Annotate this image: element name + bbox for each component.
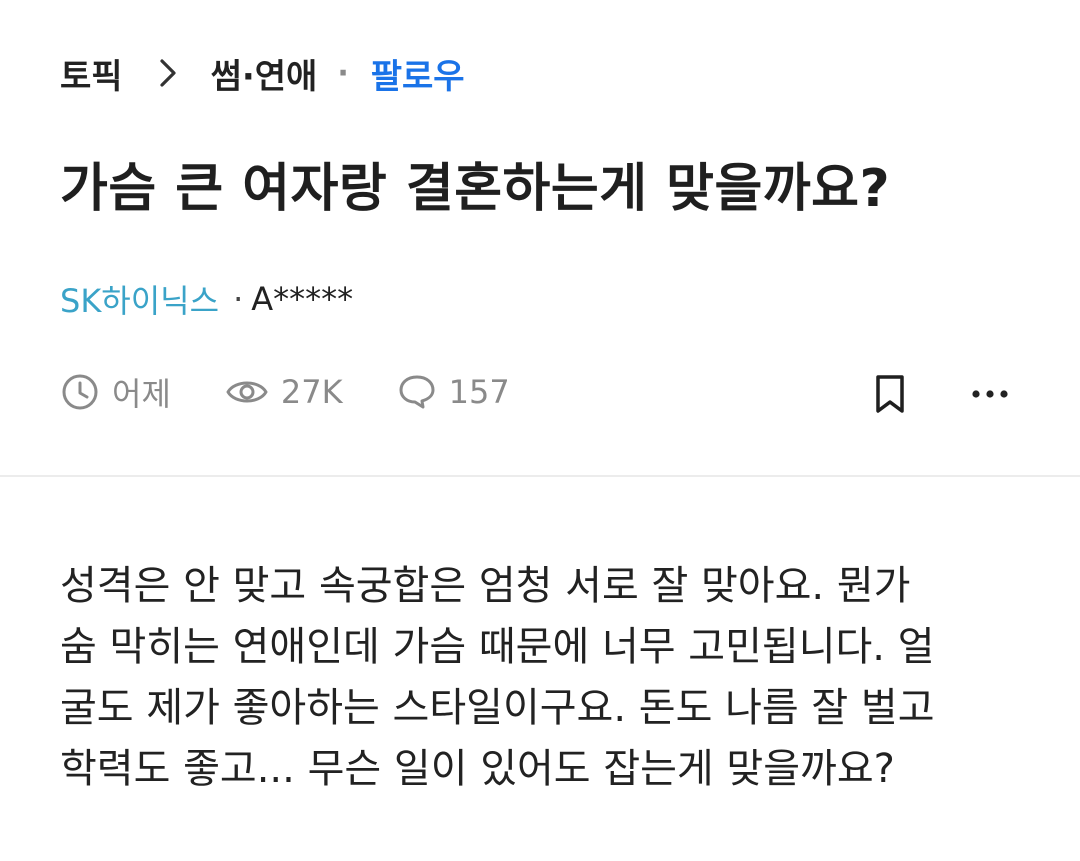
post-body-line: 숨 막히는 연애인데 가슴 때문에 너무 고민됩니다. 얼	[60, 624, 935, 670]
more-horizontal-icon	[972, 390, 1008, 398]
post-comments-count: 157	[448, 373, 510, 411]
post-title: 가슴 큰 여자랑 결혼하는게 맞을까요?	[60, 159, 891, 219]
breadcrumb: 토픽 썸·연애 · 팔로우	[60, 48, 465, 98]
bookmark-button[interactable]	[870, 372, 910, 416]
post-body-line: 성격은 안 맞고 속궁합은 엄청 서로 잘 맞아요. 뭔가	[60, 563, 911, 609]
post-body-line: 학력도 좋고... 무슨 일이 있어도 잡는게 맞을까요?	[60, 746, 895, 792]
post-body-line: 굴도 제가 좋아하는 스타일이구요. 돈도 나름 잘 벌고	[60, 685, 935, 731]
comment-bubble-icon	[399, 375, 435, 409]
post-time: 어제	[60, 369, 171, 415]
breadcrumb-dot-separator: ·	[337, 55, 349, 91]
more-options-button[interactable]	[966, 372, 1014, 416]
follow-button[interactable]: 팔로우	[371, 49, 465, 98]
breadcrumb-category-link[interactable]: 썸·연애	[211, 49, 318, 98]
chevron-right-icon	[159, 58, 177, 88]
author-line: SK하이닉스 · A*****	[60, 276, 353, 322]
company-link[interactable]: SK하이닉스	[60, 276, 219, 322]
post-time-text: 어제	[112, 375, 171, 413]
breadcrumb-topic-link[interactable]: 토픽	[60, 49, 123, 98]
bookmark-icon	[876, 375, 904, 413]
post-views: 27K	[225, 372, 343, 412]
post-body: 성격은 안 맞고 속궁합은 엄청 서로 잘 맞아요. 뭔가 숨 막히는 연애인데…	[60, 556, 1040, 800]
post-comments[interactable]: 157	[397, 372, 510, 412]
post-meta: 어제 27K 157	[60, 368, 564, 416]
author-separator: ·	[233, 280, 244, 318]
clock-icon	[62, 374, 98, 410]
author-name: A*****	[251, 280, 354, 318]
section-divider	[0, 475, 1080, 477]
post-views-count: 27K	[280, 373, 343, 411]
eye-icon	[226, 381, 268, 403]
